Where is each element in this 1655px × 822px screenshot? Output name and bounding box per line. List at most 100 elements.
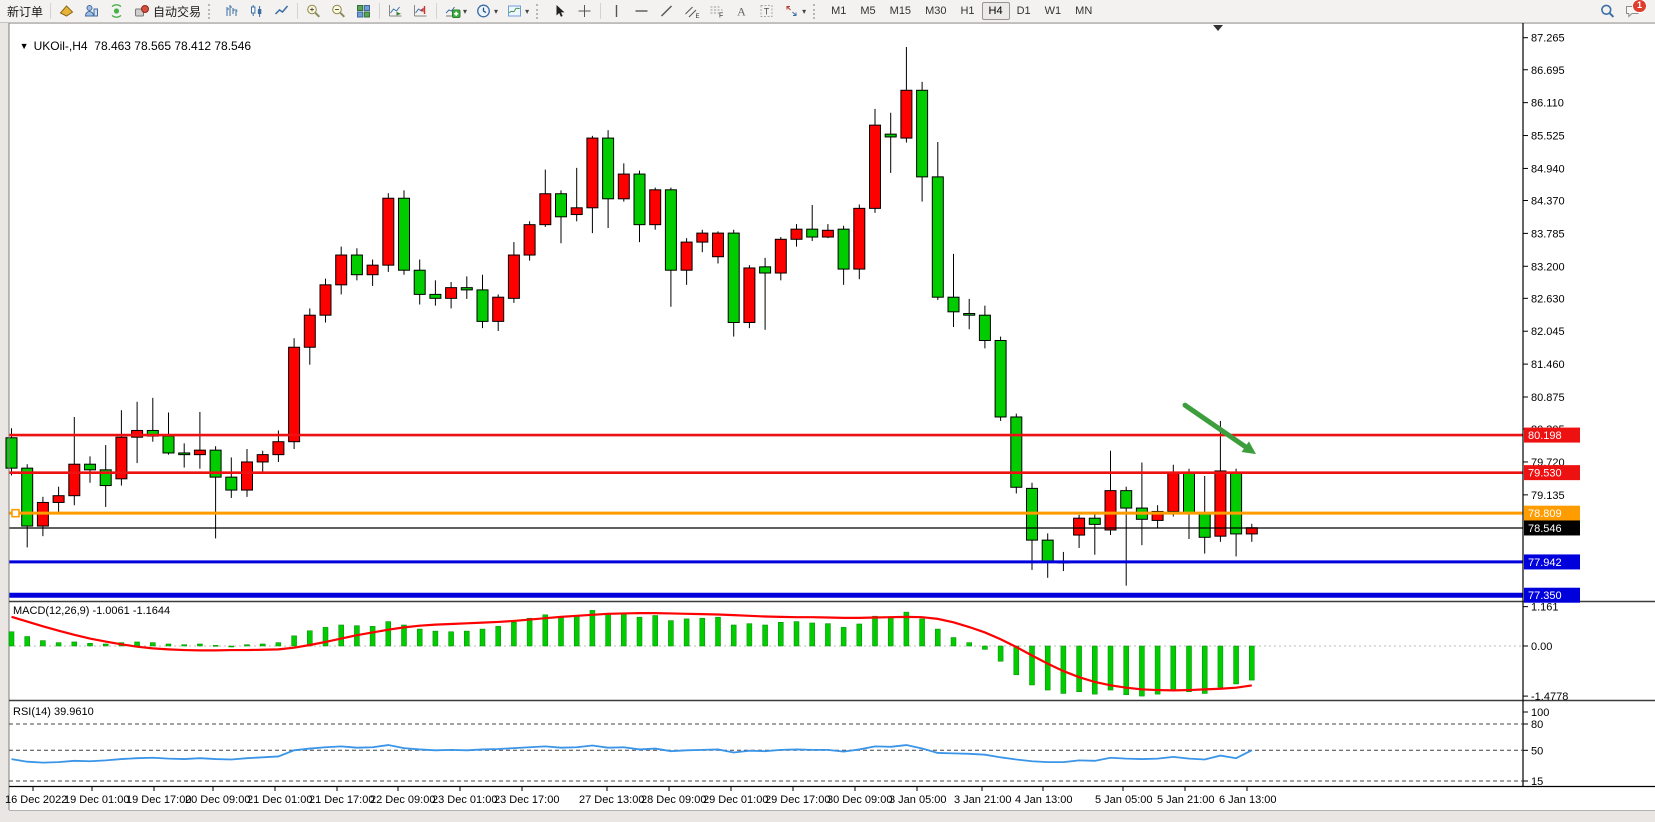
- main-toolbar: 新订单 自动交易 ▾ ▾ ▾ EFA T ▾ M1M5M15M30H1H4D1W1MN 1: [0, 0, 1655, 23]
- cursor-icon: [551, 3, 568, 19]
- zoom-in-button[interactable]: [301, 1, 326, 21]
- tile-windows-icon: [355, 3, 372, 19]
- chevron-down-icon: ▾: [525, 7, 529, 16]
- signals-button[interactable]: [104, 1, 129, 21]
- chevron-down-icon: ▾: [494, 7, 498, 16]
- toolbar-separator: [436, 3, 437, 19]
- vertical-line-button[interactable]: [604, 1, 629, 21]
- svg-text:77.350: 77.350: [1528, 590, 1562, 602]
- chart-shift-button[interactable]: [408, 1, 433, 21]
- price-tick-label: 84.940: [1531, 163, 1565, 175]
- auto-trading-button[interactable]: 自动交易: [129, 1, 205, 21]
- text-button[interactable]: A: [729, 1, 754, 21]
- price-tick-label: 83.785: [1531, 228, 1565, 240]
- toolbar-separator: [297, 3, 298, 19]
- bar-chart-button[interactable]: [219, 1, 244, 21]
- chart-title: ▼UKOil-,H4 78.463 78.565 78.412 78.546: [13, 25, 251, 53]
- svg-text:T: T: [764, 7, 770, 17]
- rsi-tick-label: 100: [1531, 707, 1549, 719]
- time-tick-label: 20 Dec 09:00: [185, 794, 250, 806]
- search-icon: [1599, 3, 1616, 19]
- new-order-button[interactable]: 新订单: [0, 1, 47, 21]
- templates-button[interactable]: ▾: [502, 1, 533, 21]
- fibonacci-button[interactable]: F: [704, 1, 729, 21]
- timeframe-m1-button[interactable]: M1: [824, 2, 853, 20]
- zoom-out-button[interactable]: [326, 1, 351, 21]
- template-icon: [506, 3, 523, 19]
- price-tick-label: 84.370: [1531, 195, 1565, 207]
- svg-text:79.530: 79.530: [1528, 468, 1562, 480]
- toolbar-separator: [50, 3, 51, 19]
- vline-icon: [608, 3, 625, 19]
- timeframe-h1-button[interactable]: H1: [953, 2, 981, 20]
- macd-tick-label: 1.161: [1531, 602, 1559, 614]
- time-tick-label: 16 Dec 2022: [5, 794, 67, 806]
- arrows-button[interactable]: ▾: [779, 1, 810, 21]
- symbol-dropdown-icon[interactable]: ▼: [20, 41, 29, 51]
- time-tick-label: 22 Dec 09:00: [370, 794, 435, 806]
- price-tick-label: 83.200: [1531, 261, 1565, 273]
- candlestick-chart-button[interactable]: [244, 1, 269, 21]
- candlestick-icon: [248, 3, 265, 19]
- time-tick-label: 3 Jan 05:00: [889, 794, 947, 806]
- time-tick-label: 5 Jan 21:00: [1157, 794, 1215, 806]
- price-tick-label: 87.265: [1531, 33, 1565, 45]
- chart-canvas[interactable]: 87.26586.69586.11085.52584.94084.37083.7…: [0, 0, 1655, 822]
- macd-tick-label: 0.00: [1531, 641, 1552, 653]
- periods-button[interactable]: ▾: [471, 1, 502, 21]
- indicators-button[interactable]: ▾: [440, 1, 471, 21]
- macd-indicator-label: MACD(12,26,9) -1.0061 -1.1644: [13, 605, 170, 617]
- label-t-icon: T: [758, 3, 775, 19]
- signal-icon: [108, 3, 125, 19]
- data-window-icon: [83, 3, 100, 19]
- auto-scroll-button[interactable]: [383, 1, 408, 21]
- svg-text:78.809: 78.809: [1528, 508, 1562, 520]
- price-tick-label: 85.525: [1531, 131, 1565, 143]
- time-tick-label: 29 Dec 17:00: [765, 794, 830, 806]
- time-tick-label: 6 Jan 13:00: [1219, 794, 1277, 806]
- toolbar-grip: [813, 4, 821, 19]
- toolbar-separator: [600, 3, 601, 19]
- timeframe-m5-button[interactable]: M5: [853, 2, 882, 20]
- line-handle[interactable]: [12, 510, 19, 517]
- tile-windows-button[interactable]: [351, 1, 376, 21]
- chart-shift-icon: [412, 3, 429, 19]
- timeframe-d1-button[interactable]: D1: [1010, 2, 1038, 20]
- time-tick-label: 30 Dec 09:00: [827, 794, 892, 806]
- time-tick-label: 27 Dec 13:00: [579, 794, 644, 806]
- data-window-button[interactable]: [79, 1, 104, 21]
- crosshair-icon: [576, 3, 593, 19]
- crosshair-button[interactable]: [572, 1, 597, 21]
- bar-chart-icon: [223, 3, 240, 19]
- timeframe-m15-button[interactable]: M15: [883, 2, 918, 20]
- fibonacci-icon: F: [708, 3, 725, 19]
- time-tick-label: 19 Dec 01:00: [64, 794, 129, 806]
- search-button[interactable]: [1595, 1, 1620, 21]
- timeframe-w1-button[interactable]: W1: [1038, 2, 1069, 20]
- svg-text:77.942: 77.942: [1528, 557, 1562, 569]
- timeframe-h4-button[interactable]: H4: [982, 2, 1010, 20]
- time-tick-label: 23 Dec 01:00: [432, 794, 497, 806]
- label-button[interactable]: T: [754, 1, 779, 21]
- market-watch-button[interactable]: [54, 1, 79, 21]
- line-chart-button[interactable]: [269, 1, 294, 21]
- arrows-icon: [783, 3, 800, 19]
- line-chart-icon: [273, 3, 290, 19]
- price-tick-label: 82.630: [1531, 293, 1565, 305]
- time-tick-label: 29 Dec 01:00: [703, 794, 768, 806]
- cursor-button[interactable]: [547, 1, 572, 21]
- price-badge: 78.809: [1524, 506, 1580, 521]
- timeframe-mn-button[interactable]: MN: [1068, 2, 1099, 20]
- rsi-tick-label: 50: [1531, 745, 1543, 757]
- svg-text:A: A: [737, 5, 746, 19]
- rsi-indicator-label: RSI(14) 39.9610: [13, 706, 94, 718]
- trendline-button[interactable]: [654, 1, 679, 21]
- time-tick-label: 5 Jan 05:00: [1095, 794, 1153, 806]
- rsi-tick-label: 15: [1531, 776, 1543, 788]
- chevron-down-icon: ▾: [802, 7, 806, 16]
- horizontal-line-button[interactable]: [629, 1, 654, 21]
- notifications-button[interactable]: 1: [1620, 1, 1645, 21]
- zoom-in-icon: [305, 3, 322, 19]
- channel-button[interactable]: E: [679, 1, 704, 21]
- timeframe-m30-button[interactable]: M30: [918, 2, 953, 20]
